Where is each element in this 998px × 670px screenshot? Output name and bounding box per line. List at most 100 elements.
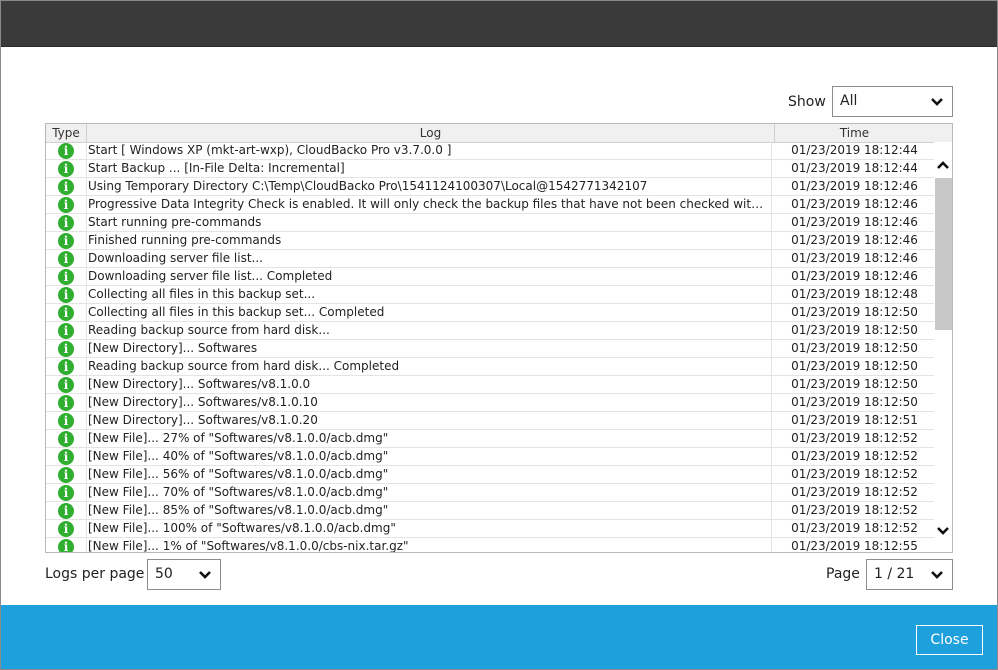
table-row[interactable]: i Reading backup source from hard disk...… — [46, 358, 934, 376]
table-row[interactable]: i Collecting all files in this backup set… — [46, 304, 934, 322]
table-row[interactable]: i Downloading server file list... Complet… — [46, 268, 934, 286]
logs-per-page-value: 50 — [155, 566, 173, 582]
info-icon: i — [58, 143, 74, 159]
type-cell: i — [46, 142, 87, 160]
column-header-type[interactable]: Type — [46, 124, 87, 142]
table-row[interactable]: i [New File]... 70% of "Softwares/v8.1.0.… — [46, 484, 934, 502]
column-header-log[interactable]: Log — [87, 124, 775, 142]
time-cell: 01/23/2019 18:12:55 — [791, 539, 918, 553]
type-cell: i — [46, 340, 87, 358]
type-cell: i — [46, 268, 87, 286]
type-cell: i — [46, 178, 87, 196]
table-row[interactable]: i Downloading server file list... 01/23/20… — [46, 250, 934, 268]
time-cell: 01/23/2019 18:12:50 — [791, 359, 918, 373]
info-icon: i — [58, 413, 74, 429]
chevron-down-icon — [931, 98, 943, 106]
table-row[interactable]: i [New File]... 40% of "Softwares/v8.1.0.… — [46, 448, 934, 466]
type-cell: i — [46, 376, 87, 394]
time-cell: 01/23/2019 18:12:46 — [791, 269, 918, 283]
table-row[interactable]: i [New File]... 100% of "Softwares/v8.1.0… — [46, 520, 934, 538]
info-icon: i — [58, 269, 74, 285]
info-icon: i — [58, 359, 74, 375]
table-row[interactable]: i Finished running pre-commands 01/23/2019… — [46, 232, 934, 250]
table-row[interactable]: i [New File]... 56% of "Softwares/v8.1.0.… — [46, 466, 934, 484]
table-row[interactable]: i Start running pre-commands 01/23/2019 18… — [46, 214, 934, 232]
log-cell: [New File]... 27% of "Softwares/v8.1.0.0… — [88, 430, 772, 448]
table-row[interactable]: i Reading backup source from hard disk...… — [46, 322, 934, 340]
logs-per-page-dropdown[interactable]: 50 — [147, 559, 221, 590]
time-cell: 01/23/2019 18:12:52 — [791, 431, 918, 445]
table-row[interactable]: i [New File]... 27% of "Softwares/v8.1.0.… — [46, 430, 934, 448]
info-icon: i — [58, 305, 74, 321]
show-label: Show — [788, 94, 826, 110]
table-row[interactable]: i [New Directory]... Softwares/v8.1.0.0 01… — [46, 376, 934, 394]
log-cell: Using Temporary Directory C:\Temp\CloudB… — [88, 178, 772, 196]
time-cell: 01/23/2019 18:12:46 — [791, 233, 918, 247]
info-icon: i — [58, 341, 74, 357]
time-cell: 01/23/2019 18:12:46 — [791, 215, 918, 229]
table-row[interactable]: i [New Directory]... Softwares/v8.1.0.20 0… — [46, 412, 934, 430]
type-cell: i — [46, 250, 87, 268]
logs-per-page-label: Logs per page — [45, 566, 145, 582]
info-icon: i — [58, 521, 74, 537]
log-cell: [New Directory]... Softwares/v8.1.0.0 — [88, 376, 772, 394]
log-cell: [New Directory]... Softwares/v8.1.0.20 — [88, 412, 772, 430]
scroll-up-icon[interactable] — [936, 158, 950, 172]
show-filter-dropdown[interactable]: All — [832, 86, 953, 117]
type-cell: i — [46, 412, 87, 430]
table-row[interactable]: i Start [ Windows XP (mkt-art-wxp), Cloud… — [46, 142, 934, 160]
log-cell: [New File]... 100% of "Softwares/v8.1.0.… — [88, 520, 772, 538]
time-cell: 01/23/2019 18:12:46 — [791, 251, 918, 265]
type-cell: i — [46, 484, 87, 502]
type-cell: i — [46, 232, 87, 250]
info-icon: i — [58, 377, 74, 393]
chevron-down-icon — [931, 571, 943, 579]
info-icon: i — [58, 485, 74, 501]
type-cell: i — [46, 196, 87, 214]
table-row[interactable]: i Collecting all files in this backup set… — [46, 286, 934, 304]
page-dropdown[interactable]: 1 / 21 — [866, 559, 953, 590]
log-cell: [New File]... 70% of "Softwares/v8.1.0.0… — [88, 484, 772, 502]
log-cell: Start [ Windows XP (mkt-art-wxp), CloudB… — [88, 142, 772, 160]
log-cell: [New Directory]... Softwares/v8.1.0.10 — [88, 394, 772, 412]
table-row[interactable]: i [New Directory]... Softwares/v8.1.0.10 0… — [46, 394, 934, 412]
log-cell: Reading backup source from hard disk... … — [88, 358, 772, 376]
log-cell: [New Directory]... Softwares — [88, 340, 772, 358]
table-row[interactable]: i [New File]... 1% of "Softwares/v8.1.0.0… — [46, 538, 934, 553]
vertical-scrollbar[interactable] — [934, 142, 952, 552]
title-bar — [0, 0, 998, 47]
table-row[interactable]: i Using Temporary Directory C:\Temp\Cloud… — [46, 178, 934, 196]
type-cell: i — [46, 448, 87, 466]
type-cell: i — [46, 538, 87, 552]
type-cell: i — [46, 430, 87, 448]
log-cell: Progressive Data Integrity Check is enab… — [88, 196, 772, 214]
page-label: Page — [826, 566, 860, 582]
info-icon: i — [58, 161, 74, 177]
log-table: Type Log Time i Start [ Windows XP (mkt-a… — [45, 123, 953, 553]
table-row[interactable]: i [New Directory]... Softwares 01/23/2019 … — [46, 340, 934, 358]
scroll-down-icon[interactable] — [936, 524, 950, 538]
time-cell: 01/23/2019 18:12:52 — [791, 449, 918, 463]
scrollbar-thumb[interactable] — [935, 178, 952, 330]
info-icon: i — [58, 449, 74, 465]
column-header-time[interactable]: Time — [775, 124, 934, 142]
table-row[interactable]: i [New File]... 85% of "Softwares/v8.1.0.… — [46, 502, 934, 520]
info-icon: i — [58, 287, 74, 303]
info-icon: i — [58, 395, 74, 411]
time-cell: 01/23/2019 18:12:52 — [791, 521, 918, 535]
table-row[interactable]: i Progressive Data Integrity Check is ena… — [46, 196, 934, 214]
close-button[interactable]: Close — [916, 625, 983, 655]
info-icon: i — [58, 197, 74, 213]
table-row[interactable]: i Start Backup ... [In-File Delta: Increm… — [46, 160, 934, 178]
chevron-down-icon — [199, 571, 211, 579]
log-cell: [New File]... 1% of "Softwares/v8.1.0.0/… — [88, 538, 772, 552]
type-cell: i — [46, 322, 87, 340]
type-cell: i — [46, 214, 87, 232]
info-icon: i — [58, 179, 74, 195]
type-cell: i — [46, 520, 87, 538]
info-icon: i — [58, 323, 74, 339]
type-cell: i — [46, 286, 87, 304]
time-cell: 01/23/2019 18:12:50 — [791, 323, 918, 337]
table-body: i Start [ Windows XP (mkt-art-wxp), Cloud… — [46, 142, 934, 553]
log-cell: Reading backup source from hard disk... — [88, 322, 772, 340]
